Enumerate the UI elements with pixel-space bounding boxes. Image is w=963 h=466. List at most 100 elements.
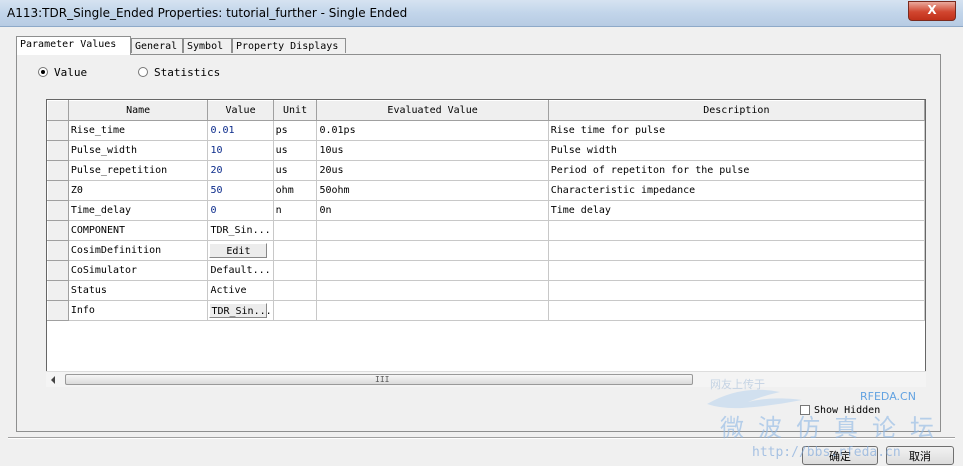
param-description: Rise time for pulse bbox=[547, 120, 925, 141]
row-header[interactable] bbox=[47, 180, 69, 201]
row-header[interactable] bbox=[47, 160, 69, 181]
param-evaluated bbox=[316, 260, 549, 281]
value-radio-label: Value bbox=[54, 66, 88, 79]
param-evaluated: 10us bbox=[316, 140, 549, 161]
param-evaluated bbox=[316, 240, 549, 261]
statistics-radio-label: Statistics bbox=[154, 66, 221, 79]
table-row[interactable]: Status Active bbox=[47, 280, 925, 301]
param-unit[interactable]: n bbox=[272, 200, 318, 221]
scroll-left-icon[interactable] bbox=[51, 376, 55, 384]
param-value[interactable]: 10 bbox=[207, 140, 274, 161]
watermark-brand: RFEDA.CN bbox=[860, 390, 916, 403]
edit-cosim-button[interactable]: Edit bbox=[209, 243, 268, 258]
param-value[interactable]: TDR_Sin... bbox=[207, 220, 274, 241]
table-row[interactable]: COMPONENT TDR_Sin... bbox=[47, 220, 925, 241]
tab-parameter-values[interactable]: Parameter Values bbox=[16, 36, 131, 55]
table-row[interactable]: Z0 50 ohm 50ohm Characteristic impedance bbox=[47, 180, 925, 201]
watermark-chinese: 微波仿真论坛 bbox=[720, 414, 948, 442]
parameter-grid: Name Value Unit Evaluated Value Descript… bbox=[46, 99, 926, 387]
tab-general[interactable]: General bbox=[131, 38, 183, 53]
table-row[interactable]: CosimDefinition Edit bbox=[47, 240, 925, 261]
param-value[interactable]: 20 bbox=[207, 160, 274, 181]
titlebar: A113:TDR_Single_Ended Properties: tutori… bbox=[0, 0, 963, 27]
param-description: Characteristic impedance bbox=[547, 180, 925, 201]
param-evaluated: 50ohm bbox=[316, 180, 549, 201]
scrollbar-thumb[interactable]: III bbox=[65, 374, 693, 385]
row-header[interactable] bbox=[47, 300, 69, 321]
param-unit bbox=[272, 220, 318, 241]
close-button[interactable]: X bbox=[908, 1, 956, 21]
param-name: Z0 bbox=[67, 180, 209, 201]
parameter-table: Name Value Unit Evaluated Value Descript… bbox=[47, 100, 925, 321]
row-header[interactable] bbox=[47, 140, 69, 161]
statistics-radio[interactable]: Statistics bbox=[138, 66, 220, 80]
column-header-description[interactable]: Description bbox=[547, 100, 925, 121]
param-evaluated: 20us bbox=[316, 160, 549, 181]
radio-selected-icon bbox=[38, 67, 48, 77]
param-unit bbox=[272, 300, 318, 321]
row-header[interactable] bbox=[47, 220, 69, 241]
param-name: CosimDefinition bbox=[67, 240, 209, 261]
param-value-cell: Edit bbox=[207, 240, 274, 261]
param-value[interactable]: 0.01 bbox=[207, 120, 274, 141]
watermark-faint-text: 网友上传于 bbox=[710, 378, 765, 391]
value-radio[interactable]: Value bbox=[38, 66, 87, 80]
param-unit bbox=[272, 260, 318, 281]
param-description bbox=[547, 220, 925, 241]
param-name: Time_delay bbox=[67, 200, 209, 221]
param-evaluated bbox=[316, 220, 549, 241]
param-value[interactable]: 0 bbox=[207, 200, 274, 221]
param-value[interactable]: 50 bbox=[207, 180, 274, 201]
param-value-cell: TDR_Sin... bbox=[207, 300, 274, 321]
table-row[interactable]: Pulse_width 10 us 10us Pulse width bbox=[47, 140, 925, 161]
param-unit[interactable]: ohm bbox=[272, 180, 318, 201]
tab-property-displays[interactable]: Property Displays bbox=[232, 38, 346, 53]
param-description: Time delay bbox=[547, 200, 925, 221]
row-header[interactable] bbox=[47, 120, 69, 141]
table-row[interactable]: CoSimulator Default... bbox=[47, 260, 925, 281]
row-header[interactable] bbox=[47, 240, 69, 261]
param-unit[interactable]: us bbox=[272, 160, 318, 181]
column-header-evaluated-value[interactable]: Evaluated Value bbox=[316, 100, 549, 121]
param-unit bbox=[272, 280, 318, 301]
tab-symbol[interactable]: Symbol bbox=[183, 38, 232, 53]
table-row[interactable]: Rise_time 0.01 ps 0.01ps Rise time for p… bbox=[47, 120, 925, 141]
scrollbar-grip: III bbox=[375, 375, 390, 384]
param-evaluated bbox=[316, 280, 549, 301]
column-header-name[interactable]: Name bbox=[67, 100, 209, 121]
grid-header-row: Name Value Unit Evaluated Value Descript… bbox=[47, 100, 925, 121]
param-name: Status bbox=[67, 280, 209, 301]
param-name: Pulse_width bbox=[67, 140, 209, 161]
param-description bbox=[547, 300, 925, 321]
param-evaluated: 0.01ps bbox=[316, 120, 549, 141]
param-description bbox=[547, 240, 925, 261]
watermark-url: http://bbs.rfeda.cn bbox=[752, 445, 901, 460]
param-value[interactable]: Default... bbox=[207, 260, 274, 281]
row-header[interactable] bbox=[47, 200, 69, 221]
row-header[interactable] bbox=[47, 260, 69, 281]
param-value[interactable]: Active bbox=[207, 280, 274, 301]
table-row[interactable]: Info TDR_Sin... bbox=[47, 300, 925, 321]
column-header-unit[interactable]: Unit bbox=[272, 100, 318, 121]
radio-unselected-icon bbox=[138, 67, 148, 77]
table-row[interactable]: Time_delay 0 n 0n Time delay bbox=[47, 200, 925, 221]
param-unit[interactable]: us bbox=[272, 140, 318, 161]
param-description: Period of repetiton for the pulse bbox=[547, 160, 925, 181]
param-evaluated: 0n bbox=[316, 200, 549, 221]
param-unit bbox=[272, 240, 318, 261]
param-description: Pulse width bbox=[547, 140, 925, 161]
row-header[interactable] bbox=[47, 280, 69, 301]
param-description bbox=[547, 280, 925, 301]
param-name: Info bbox=[67, 300, 209, 321]
param-description bbox=[547, 260, 925, 281]
param-name: COMPONENT bbox=[67, 220, 209, 241]
info-button[interactable]: TDR_Sin... bbox=[209, 303, 272, 318]
param-name: Pulse_repetition bbox=[67, 160, 209, 181]
param-unit[interactable]: ps bbox=[272, 120, 318, 141]
param-name: Rise_time bbox=[67, 120, 209, 141]
window-title: A113:TDR_Single_Ended Properties: tutori… bbox=[7, 6, 408, 20]
table-row[interactable]: Pulse_repetition 20 us 20us Period of re… bbox=[47, 160, 925, 181]
column-header-value[interactable]: Value bbox=[207, 100, 274, 121]
param-evaluated bbox=[316, 300, 549, 321]
corner-cell bbox=[47, 100, 69, 121]
